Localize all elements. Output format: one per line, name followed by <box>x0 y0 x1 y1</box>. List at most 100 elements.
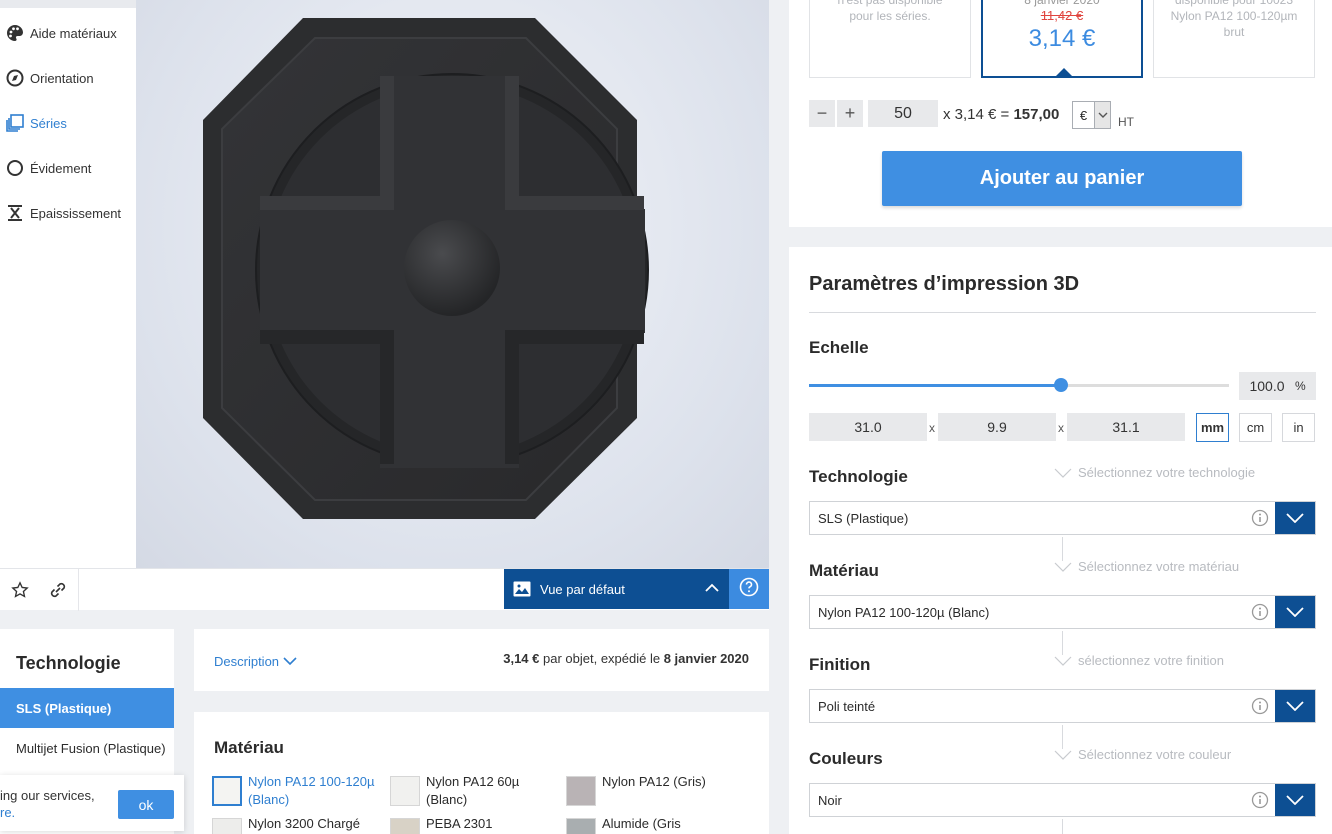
palette-icon <box>0 23 30 43</box>
cookie-ok-button[interactable]: ok <box>118 790 174 819</box>
material-swatch <box>390 776 420 806</box>
scale-slider[interactable] <box>809 378 1229 392</box>
select-value: SLS (Plastique) <box>818 510 909 526</box>
thickness-icon <box>0 203 30 223</box>
select-value: Poli teinté <box>818 698 876 714</box>
material-option[interactable]: PEBA 2301 <box>390 816 560 834</box>
toolbar-divider <box>78 569 79 611</box>
scale-label: Echelle <box>809 338 869 357</box>
quantity-increase-button[interactable]: + <box>837 100 863 127</box>
option-sub: n'est pas disponible <box>837 0 943 7</box>
unit-in-button[interactable]: in <box>1282 413 1315 442</box>
unit-mm-button[interactable]: mm <box>1196 413 1229 442</box>
ship-date: 8 janvier 2020 <box>663 651 749 666</box>
technology-option-mjf[interactable]: Multijet Fusion (Plastique) <box>0 728 174 768</box>
chevron-down-icon <box>1054 656 1072 666</box>
nav-item-series[interactable]: Séries <box>0 108 136 138</box>
dimension-x-input[interactable]: 31.0 <box>809 413 927 441</box>
quantity-decrease-button[interactable]: − <box>809 100 835 127</box>
image-icon <box>504 581 540 597</box>
print-parameters-title: Paramètres d’impression 3D <box>809 273 1080 295</box>
model-render <box>203 18 649 519</box>
nav-item-material-help[interactable]: Aide matériaux <box>0 18 136 48</box>
description-toggle[interactable]: Description <box>214 654 297 669</box>
option-price: 3,14 € <box>1028 25 1096 52</box>
default-view-label: Vue par défaut <box>540 581 625 597</box>
link-icon[interactable] <box>38 569 78 611</box>
scale-unit: % <box>1295 379 1306 393</box>
pricing-option-other: disponible pour 10023 Nylon PA12 100-120… <box>1153 0 1315 78</box>
model-viewer[interactable] <box>136 0 769 568</box>
nav-label: Séries <box>30 115 67 131</box>
nav-label: Orientation <box>30 70 94 86</box>
print-parameters-card <box>789 247 1332 834</box>
material-label: Nylon PA12 (Gris) <box>602 774 706 789</box>
material-option[interactable]: Alumide (Gris <box>566 816 746 834</box>
connector-line <box>1062 819 1063 834</box>
chevron-down-icon <box>283 654 297 669</box>
colors-label: Couleurs <box>809 749 883 768</box>
material-label: PEBA 2301 <box>426 816 493 831</box>
scale-slider-handle[interactable] <box>1054 378 1068 392</box>
info-icon[interactable] <box>1245 784 1275 816</box>
colors-select[interactable]: Noir <box>809 783 1316 817</box>
chevron-up-icon <box>705 581 719 598</box>
cookie-link[interactable]: re. <box>0 805 15 820</box>
copies-icon <box>0 113 30 133</box>
technology-option-sls[interactable]: SLS (Plastique) <box>0 688 174 728</box>
chevron-down-icon <box>1054 562 1072 572</box>
quantity-input[interactable]: 50 <box>868 100 938 127</box>
colors-hint: Sélectionnez votre couleur <box>1054 747 1231 762</box>
unit-cm-button[interactable]: cm <box>1239 413 1272 442</box>
select-value: Noir <box>818 792 842 808</box>
chevron-down-icon <box>1275 502 1315 534</box>
technology-select[interactable]: SLS (Plastique) <box>809 501 1316 535</box>
calc-prefix: x 3,14 € = <box>943 106 1014 123</box>
connector-line <box>1062 725 1063 749</box>
old-price: 11,42 € <box>1040 8 1084 23</box>
nav-item-hollowing[interactable]: Évidement <box>0 153 136 183</box>
chevron-down-icon <box>1054 750 1072 760</box>
material-label: Matériau <box>809 561 879 580</box>
chevron-down-icon <box>1275 596 1315 628</box>
select-value: Nylon PA12 100-120µ (Blanc) <box>818 604 990 620</box>
finish-select[interactable]: Poli teinté <box>809 689 1316 723</box>
info-icon[interactable] <box>1245 502 1275 534</box>
material-swatch <box>566 818 596 834</box>
help-button[interactable] <box>729 569 769 609</box>
add-to-cart-button[interactable]: Ajouter au panier <box>882 151 1242 206</box>
total-price: 157,00 <box>1013 106 1060 123</box>
nav-label: Epaississement <box>30 205 122 221</box>
per-object-text: par objet, expédié le <box>539 651 664 666</box>
hint-text: Sélectionnez votre couleur <box>1078 747 1232 762</box>
material-option[interactable]: Nylon PA12 60µ (Blanc) <box>390 774 560 809</box>
option-sub: Nylon PA12 100-120µm <box>1170 9 1298 23</box>
material-swatch <box>566 776 596 806</box>
material-swatch <box>212 818 242 834</box>
material-option[interactable]: Nylon PA12 (Gris) <box>566 774 746 806</box>
scale-input[interactable]: 100.0 % <box>1239 372 1316 400</box>
material-select[interactable]: Nylon PA12 100-120µ (Blanc) <box>809 595 1316 629</box>
hint-text: sélectionnez votre finition <box>1078 653 1224 668</box>
dimension-separator: x <box>1058 421 1064 435</box>
description-card: Description 3,14 € par objet, expédié le… <box>194 629 769 691</box>
nav-item-orientation[interactable]: Orientation <box>0 63 136 93</box>
material-hint: Sélectionnez votre matériau <box>1054 559 1239 574</box>
material-option[interactable]: Nylon PA12 100-120µ (Blanc) <box>212 774 384 809</box>
option-sub: disponible pour 10023 <box>1174 0 1294 7</box>
info-icon[interactable] <box>1245 690 1275 722</box>
dimension-z-input[interactable]: 31.1 <box>1067 413 1185 441</box>
technology-filter-title: Technologie <box>16 653 121 673</box>
unit-price: 3,14 € <box>503 651 540 666</box>
currency-select[interactable]: € <box>1072 101 1111 129</box>
info-icon[interactable] <box>1245 596 1275 628</box>
finish-label: Finition <box>809 655 871 674</box>
pricing-option-selected[interactable]: 8 janvier 2020 11,42 € 3,14 € <box>981 0 1143 78</box>
star-icon[interactable] <box>0 569 40 611</box>
material-option[interactable]: Nylon 3200 Chargé <box>212 816 384 834</box>
default-view-dropdown[interactable]: Vue par défaut <box>504 569 729 609</box>
nav-item-thickening[interactable]: Epaississement <box>0 198 136 228</box>
toolbar-top-edge <box>0 0 136 8</box>
hint-text: Sélectionnez votre technologie <box>1078 465 1256 480</box>
dimension-y-input[interactable]: 9.9 <box>938 413 1056 441</box>
